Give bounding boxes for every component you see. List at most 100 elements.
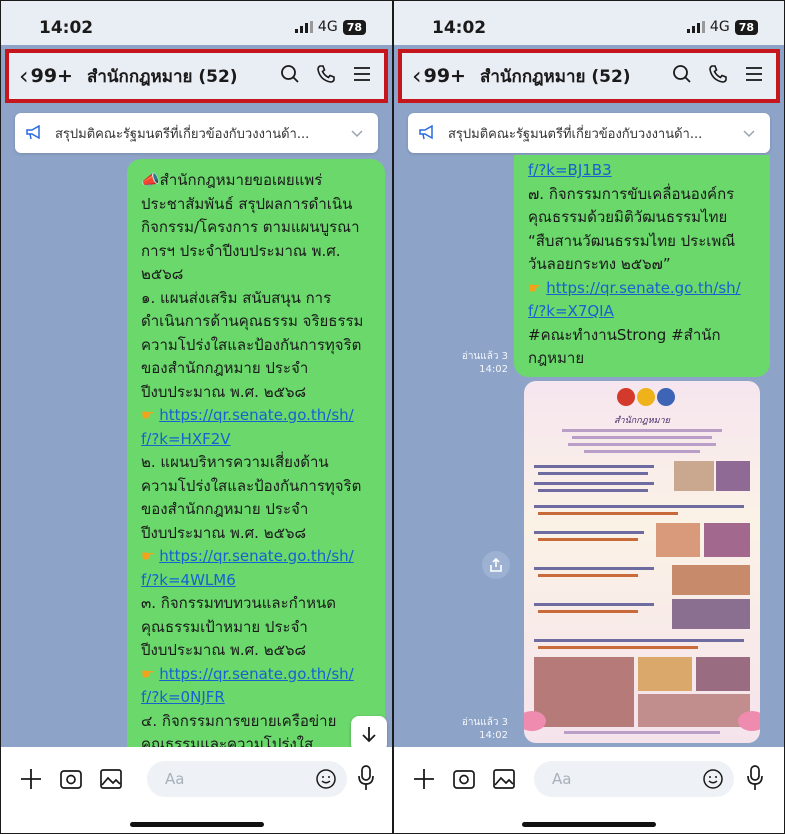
message-input[interactable]: Aa <box>147 761 347 797</box>
read-receipt: อ่านแล้ว 3 14:02 <box>456 716 508 742</box>
link-url[interactable]: f/?k=HXF2V <box>141 430 231 448</box>
menu-icon[interactable] <box>744 64 764 88</box>
message-line: ปีงบประมาณ พ.ศ. ๒๕๖๘ <box>141 382 307 401</box>
message-line: วันลอยกระทง ๒๕๖๗” <box>528 255 671 273</box>
read-count: อ่านแล้ว 3 <box>461 351 508 362</box>
back-button[interactable]: ‹ 99+ <box>412 64 466 88</box>
message-line: “สืบสานวัฒนธรรมไทย ประเพณี <box>528 231 736 250</box>
message-line: การฯ ประจำปีงบประมาณ พ.ศ. <box>141 241 341 260</box>
link-url[interactable]: f/?k=BJ1B3 <box>528 161 612 179</box>
chevron-down-icon[interactable] <box>350 128 364 138</box>
battery-icon: 78 <box>342 19 366 35</box>
left-phone-screen: 14:02 4G 78 ‹ 99+ สำนักกฎหมาย (52) สรุปม… <box>0 0 393 834</box>
read-receipt: อ่านแล้ว 3 14:02 <box>456 350 508 376</box>
chevron-left-icon: ‹ <box>412 62 422 90</box>
link-url[interactable]: f/?k=4WLM6 <box>141 571 236 589</box>
message-bubble[interactable]: 📣สำนักกฎหมายขอเผยแพร่ ประชาสัมพันธ์ สรุป… <box>127 159 385 759</box>
mic-icon[interactable] <box>357 765 375 795</box>
link-line[interactable]: f/?k=4WLM6 <box>141 569 373 593</box>
menu-icon[interactable] <box>352 64 372 88</box>
announcement-text: สรุปมติคณะรัฐมนตรีที่เกี่ยวข้องกับวงงานด… <box>448 126 703 142</box>
chat-header: ‹ 99+ สำนักกฎหมาย (52) <box>5 49 388 103</box>
message-line: คุณธรรมเป้าหมาย ประจำ <box>141 617 308 636</box>
poster-title: สำนักกฎหมาย <box>614 415 671 426</box>
message-line: ๗. กิจกรรมการขับเคลื่อนองค์กร <box>528 184 735 203</box>
status-bar: 14:02 4G 78 <box>394 1 784 45</box>
share-button[interactable] <box>482 551 510 579</box>
unread-count: 99+ <box>423 65 466 87</box>
message-line: ปีงบประมาณ พ.ศ. ๒๕๖๘ <box>141 523 307 542</box>
announcement-bar[interactable]: สรุปมติคณะรัฐมนตรีที่เกี่ยวข้องกับวงงานด… <box>15 113 378 153</box>
message-line: ประชาสัมพันธ์ สรุปผลการดำเนิน <box>141 194 353 213</box>
back-button[interactable]: ‹ 99+ <box>19 64 73 88</box>
message-line: กิจกรรม/โครงการ ตามแผนบูรณา <box>141 218 360 236</box>
megaphone-icon <box>419 125 433 140</box>
link-line[interactable]: f/?k=X7QIA <box>528 300 758 324</box>
signal-icon <box>294 21 313 33</box>
camera-icon[interactable] <box>59 767 83 795</box>
status-time: 14:02 <box>39 18 94 38</box>
link-url[interactable]: https://qr.senate.go.th/sh/ <box>159 665 354 683</box>
link-line[interactable]: f/?k=HXF2V <box>141 428 373 452</box>
search-icon[interactable] <box>672 64 692 88</box>
home-indicator <box>129 822 264 827</box>
chat-title: สำนักกฎหมาย (52) <box>479 66 631 87</box>
home-indicator <box>522 822 656 827</box>
image-icon[interactable] <box>99 767 123 795</box>
battery-icon: 78 <box>734 19 758 35</box>
right-phone-screen: 14:02 4G 78 ‹ 99+ สำนักกฎหมาย (52) สรุปม… <box>393 0 785 834</box>
camera-icon[interactable] <box>452 767 476 795</box>
message-line: ๑. แผนส่งเสริม สนับสนุน การ <box>141 288 332 307</box>
announcement-bar[interactable]: สรุปมติคณะรัฐมนตรีที่เกี่ยวข้องกับวงงานด… <box>408 113 770 153</box>
emoji-icon[interactable] <box>702 768 724 794</box>
plus-icon[interactable] <box>19 767 43 795</box>
image-message[interactable]: สำนักกฎหมาย <box>524 381 760 743</box>
message-line: ของสำนักกฎหมาย ประจำ <box>141 500 309 518</box>
status-time: 14:02 <box>432 18 487 38</box>
message-line: ของสำนักกฎหมาย ประจำ <box>141 359 309 377</box>
network-type: 4G <box>709 19 730 35</box>
message-line: ๒. แผนบริหารความเสี่ยงด้าน <box>141 453 329 471</box>
mic-icon[interactable] <box>746 765 764 795</box>
input-placeholder: Aa <box>165 770 185 788</box>
poster-image: สำนักกฎหมาย <box>524 388 760 734</box>
message-input[interactable]: Aa <box>534 761 734 797</box>
phone-icon[interactable] <box>316 64 336 88</box>
link-url[interactable]: f/?k=0NJFR <box>141 688 225 706</box>
message-composer: Aa <box>1 747 392 833</box>
link-url[interactable]: https://qr.senate.go.th/sh/ <box>159 547 354 565</box>
message-line: ดำเนินการด้านคุณธรรม จริยธรรม <box>141 312 364 330</box>
phone-icon[interactable] <box>708 64 728 88</box>
plus-icon[interactable] <box>412 767 436 795</box>
chevron-down-icon[interactable] <box>742 128 756 138</box>
message-bubble[interactable]: f/?k=BJ1B3 ๗. กิจกรรมการขับเคลื่อนองค์กร… <box>514 155 770 377</box>
link-url[interactable]: f/?k=X7QIA <box>528 302 614 320</box>
image-icon[interactable] <box>492 767 516 795</box>
message-line: #คณะทำงานStrong #สำนัก <box>528 325 721 344</box>
announcement-text: สรุปมติคณะรัฐมนตรีที่เกี่ยวข้องกับวงงานด… <box>55 126 310 142</box>
signal-icon <box>686 21 705 33</box>
pointing-hand-icon: ☛ <box>141 406 160 424</box>
link-url[interactable]: https://qr.senate.go.th/sh/ <box>159 406 354 424</box>
search-icon[interactable] <box>280 64 300 88</box>
link-line[interactable]: f/?k=BJ1B3 <box>528 159 758 183</box>
message-line: ๔. กิจกรรมการขยายเครือข่าย <box>141 711 337 730</box>
emoji-icon[interactable] <box>315 768 337 794</box>
message-line: ความโปร่งใสและป้องกันการทุจริต <box>141 335 362 354</box>
link-line[interactable]: f/?k=0NJFR <box>141 686 373 710</box>
message-line: คุณธรรมด้วยมิติวัฒนธรรมไทย <box>528 208 728 226</box>
network-indicator: 4G 78 <box>294 19 366 35</box>
network-indicator: 4G 78 <box>686 19 758 35</box>
message-line: ปีงบประมาณ พ.ศ. ๒๕๖๘ <box>141 641 307 659</box>
unread-count: 99+ <box>30 65 73 87</box>
message-time: 14:02 <box>479 364 508 375</box>
link-line[interactable]: ☛ https://qr.senate.go.th/sh/ <box>141 404 373 428</box>
chat-title: สำนักกฎหมาย (52) <box>86 66 238 87</box>
link-line[interactable]: ☛ https://qr.senate.go.th/sh/ <box>141 663 373 687</box>
chat-header: ‹ 99+ สำนักกฎหมาย (52) <box>398 49 780 103</box>
message-composer: Aa <box>394 747 784 833</box>
header-actions <box>280 64 372 88</box>
link-line[interactable]: ☛ https://qr.senate.go.th/sh/ <box>528 277 758 301</box>
link-line[interactable]: ☛ https://qr.senate.go.th/sh/ <box>141 545 373 569</box>
link-url[interactable]: https://qr.senate.go.th/sh/ <box>546 279 741 297</box>
